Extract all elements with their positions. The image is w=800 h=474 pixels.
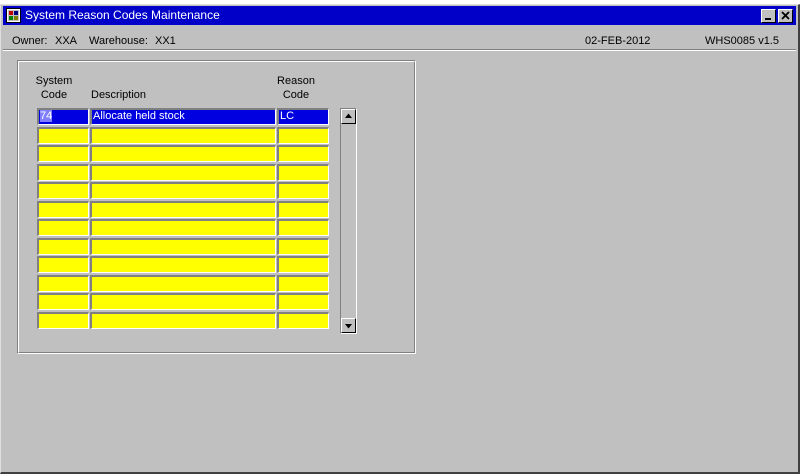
table-row[interactable] xyxy=(37,200,329,220)
owner-label: Owner: xyxy=(12,35,48,47)
arrow-up-icon xyxy=(345,113,352,118)
app-icon[interactable] xyxy=(6,8,21,23)
table-row[interactable] xyxy=(37,145,329,164)
table-row[interactable] xyxy=(37,256,329,275)
system-code-field[interactable] xyxy=(37,274,89,292)
table-row[interactable] xyxy=(37,311,329,331)
table-row[interactable] xyxy=(37,293,329,312)
description-field[interactable]: Allocate held stock xyxy=(90,108,276,125)
owner-value: XXA xyxy=(55,35,78,47)
reason-code-field[interactable] xyxy=(277,145,329,162)
system-code-field[interactable] xyxy=(37,256,89,273)
system-code-field[interactable] xyxy=(37,219,89,236)
table-row[interactable] xyxy=(37,219,329,238)
reason-code-field[interactable] xyxy=(277,219,329,236)
system-code-field[interactable] xyxy=(37,311,89,329)
description-field[interactable] xyxy=(90,145,276,162)
reason-code-field[interactable] xyxy=(277,200,329,218)
description-field[interactable] xyxy=(90,219,276,236)
minimize-icon xyxy=(765,18,771,20)
reason-code-field[interactable] xyxy=(277,293,329,310)
description-field[interactable] xyxy=(90,311,276,329)
reason-codes-panel: System Code Description Reason Code 74 A… xyxy=(17,60,416,354)
current-date: 02-FEB-2012 xyxy=(585,35,651,47)
table-row[interactable] xyxy=(37,182,329,201)
description-field[interactable] xyxy=(90,200,276,218)
column-header-description: Description xyxy=(91,89,147,101)
app-window: System Reason Codes Maintenance Owner: X… xyxy=(0,4,800,474)
context-header: Owner: XXA Warehouse: XX1 02-FEB-2012 WH… xyxy=(3,27,796,51)
reason-code-field[interactable] xyxy=(277,256,329,273)
reason-codes-grid: 74 Allocate held stock LC xyxy=(37,108,329,330)
window-title: System Reason Codes Maintenance xyxy=(25,8,220,22)
system-code-field[interactable] xyxy=(37,200,89,218)
minimize-button[interactable] xyxy=(761,9,776,23)
close-icon xyxy=(781,11,790,20)
arrow-down-icon xyxy=(345,324,352,329)
description-field[interactable] xyxy=(90,182,276,199)
scroll-down-button[interactable] xyxy=(341,318,356,333)
vertical-scrollbar[interactable] xyxy=(340,108,357,334)
table-row[interactable] xyxy=(37,126,329,146)
system-code-field[interactable] xyxy=(37,237,89,255)
system-code-field[interactable] xyxy=(37,163,89,181)
close-button[interactable] xyxy=(778,9,793,23)
table-row[interactable] xyxy=(37,163,329,183)
description-field[interactable] xyxy=(90,293,276,310)
description-field[interactable] xyxy=(90,274,276,292)
column-header-system-code: System Code xyxy=(35,75,73,101)
description-field[interactable] xyxy=(90,256,276,273)
table-row[interactable] xyxy=(37,237,329,257)
description-field[interactable] xyxy=(90,237,276,255)
reason-code-field[interactable] xyxy=(277,182,329,199)
reason-code-field[interactable] xyxy=(277,311,329,329)
system-code-field[interactable] xyxy=(37,182,89,199)
reason-code-field[interactable]: LC xyxy=(277,108,329,125)
description-field[interactable] xyxy=(90,126,276,144)
table-row[interactable]: 74 Allocate held stock LC xyxy=(37,108,329,127)
system-code-field[interactable] xyxy=(37,145,89,162)
reason-code-field[interactable] xyxy=(277,237,329,255)
description-field[interactable] xyxy=(90,163,276,181)
system-code-field[interactable] xyxy=(37,293,89,310)
scroll-up-button[interactable] xyxy=(341,109,356,124)
warehouse-value: XX1 xyxy=(155,35,176,47)
column-header-reason-code: Reason Code xyxy=(277,75,315,101)
reason-code-field[interactable] xyxy=(277,126,329,144)
reason-code-field[interactable] xyxy=(277,163,329,181)
table-row[interactable] xyxy=(37,274,329,294)
system-code-field[interactable] xyxy=(37,126,89,144)
system-code-field[interactable]: 74 xyxy=(37,108,89,125)
reason-code-field[interactable] xyxy=(277,274,329,292)
title-bar[interactable]: System Reason Codes Maintenance xyxy=(3,6,796,25)
form-id: WHS0085 v1.5 xyxy=(705,35,779,47)
warehouse-label: Warehouse: xyxy=(89,35,148,47)
